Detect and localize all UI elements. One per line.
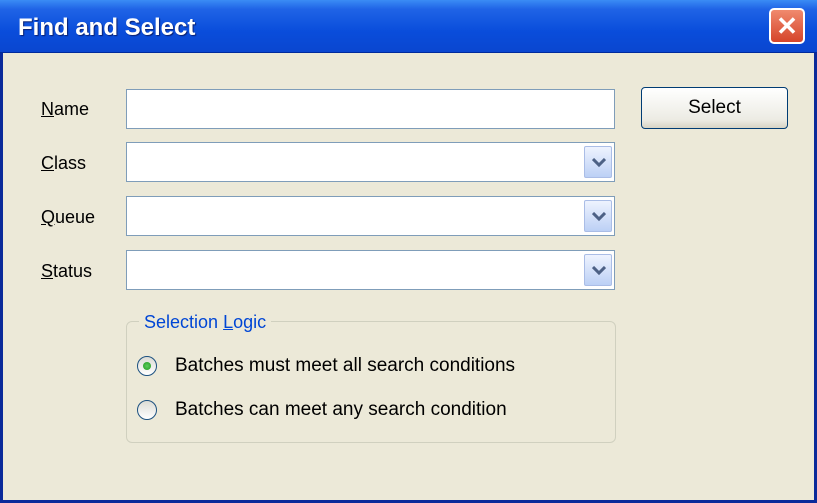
class-dropdown[interactable] (126, 142, 615, 182)
status-dropdown-button[interactable] (584, 254, 612, 286)
chevron-down-icon (592, 212, 606, 222)
status-dropdown[interactable] (126, 250, 615, 290)
radio-button-unselected[interactable] (137, 400, 157, 420)
queue-label: Queue (41, 207, 96, 227)
close-icon: ✕ (776, 11, 798, 41)
name-input[interactable] (126, 89, 615, 129)
chevron-down-icon (592, 266, 606, 276)
queue-dropdown-button[interactable] (584, 200, 612, 232)
radio-dot-icon (143, 362, 151, 370)
radio-label-all[interactable]: Batches must meet all search conditions (175, 355, 515, 377)
selection-logic-title: Selection Logic (139, 312, 272, 333)
class-dropdown-button[interactable] (584, 146, 612, 178)
name-label: Name (41, 99, 90, 119)
status-label: Status (41, 261, 93, 281)
selection-logic-group (126, 321, 616, 443)
radio-button-selected[interactable] (137, 356, 157, 376)
class-label: Class (41, 153, 87, 173)
queue-dropdown[interactable] (126, 196, 615, 236)
close-button[interactable]: ✕ (769, 8, 805, 44)
chevron-down-icon (592, 158, 606, 168)
title-bar[interactable]: Find and Select ✕ (0, 0, 817, 53)
radio-label-any[interactable]: Batches can meet any search condition (175, 399, 507, 421)
select-button[interactable]: Select (641, 87, 788, 129)
window-title: Find and Select (18, 14, 196, 41)
